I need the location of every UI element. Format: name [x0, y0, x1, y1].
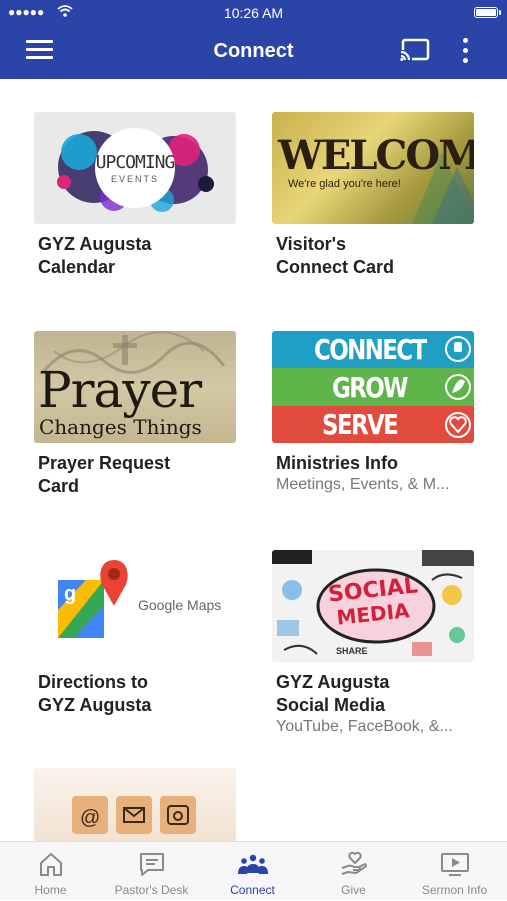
welcome-text: WELCOME	[278, 132, 474, 179]
card-title: GYZ Augusta Social Media	[276, 672, 390, 715]
tab-label: Home	[34, 883, 67, 897]
card-subtitle: Meetings, Events, & M...	[276, 476, 450, 493]
card-visitor-connect[interactable]: WELCOME We're glad you're here! Visitor'…	[272, 112, 476, 279]
card-title: Prayer Request Card	[38, 453, 171, 496]
card-subtitle: YouTube, FaceBook, &...	[276, 718, 453, 735]
welcome-subtext: We're glad you're here!	[288, 178, 401, 190]
prayer-thumbnail: Prayer Changes Things	[34, 331, 236, 443]
welcome-thumbnail: WELCOME We're glad you're here!	[272, 112, 474, 224]
upcoming-text: UPCOMING	[95, 152, 176, 173]
card-social-media[interactable]: SOCIAL MEDIA SHARE GYZ Augusta Social Med…	[272, 550, 476, 737]
card-prayer-request[interactable]: Prayer Changes Things Prayer Request Card	[34, 331, 238, 498]
message-icon	[139, 853, 164, 876]
changes-things-text: Changes Things	[39, 415, 202, 439]
card-ministries-info[interactable]: CONNECT GROW SERVE Ministries Info Meeti…	[272, 331, 476, 495]
tab-bar: Home Pastor's Desk Connect Give Sermon I…	[0, 841, 507, 900]
svg-text:g: g	[64, 583, 76, 605]
card-contact[interactable]: @	[34, 768, 238, 841]
home-icon	[39, 853, 62, 876]
prayer-text: Prayer	[38, 361, 202, 419]
google-maps-thumbnail: g Google Maps	[34, 550, 236, 662]
tab-sermon-info[interactable]: Sermon Info	[404, 842, 505, 901]
status-bar: ●●●●● 10:26 AM	[0, 0, 507, 26]
card-directions[interactable]: g Google Maps Directions to GYZ Augusta	[34, 550, 238, 717]
social-media-thumbnail: SOCIAL MEDIA SHARE	[272, 550, 474, 662]
contact-thumbnail: @	[34, 768, 236, 841]
ministries-thumbnail: CONNECT GROW SERVE	[272, 331, 474, 443]
tab-label: Connect	[230, 883, 275, 897]
cast-icon[interactable]	[400, 38, 430, 62]
calendar-thumbnail: UPCOMING EVENTS	[34, 112, 236, 224]
play-screen-icon	[440, 853, 469, 876]
tab-label: Give	[341, 883, 366, 897]
share-text: SHARE	[336, 646, 368, 656]
battery-icon	[474, 7, 501, 18]
contact-blocks-image: @	[72, 796, 196, 834]
card-title: GYZ Augusta Calendar	[38, 234, 152, 277]
tab-label: Pastor's Desk	[114, 883, 189, 897]
google-maps-label: Google Maps	[138, 597, 222, 613]
events-text: EVENTS	[110, 174, 159, 184]
tab-connect[interactable]: Connect	[202, 842, 303, 901]
card-title: Ministries Info	[276, 453, 399, 473]
card-title: Visitor's Connect Card	[276, 234, 395, 277]
tab-label: Sermon Info	[421, 883, 488, 897]
card-calendar[interactable]: UPCOMING EVENTS GYZ Augusta Calendar	[34, 112, 238, 279]
app-bar: Connect	[0, 26, 507, 79]
ministry-icons	[445, 336, 471, 438]
tab-home[interactable]: Home	[0, 842, 101, 901]
svg-text:@: @	[80, 807, 100, 829]
card-grid: UPCOMING EVENTS GYZ Augusta Calendar WELC…	[0, 79, 507, 841]
page-title: Connect	[213, 40, 294, 62]
top-bar: ●●●●● 10:26 AM Connect	[0, 0, 507, 79]
tab-give[interactable]: Give	[303, 842, 404, 901]
more-options-icon[interactable]	[463, 38, 471, 68]
status-time: 10:26 AM	[223, 5, 284, 21]
card-title: Directions to GYZ Augusta	[38, 672, 152, 715]
hand-heart-icon	[341, 851, 367, 875]
tab-pastors-desk[interactable]: Pastor's Desk	[101, 842, 202, 901]
people-icon	[237, 854, 268, 874]
